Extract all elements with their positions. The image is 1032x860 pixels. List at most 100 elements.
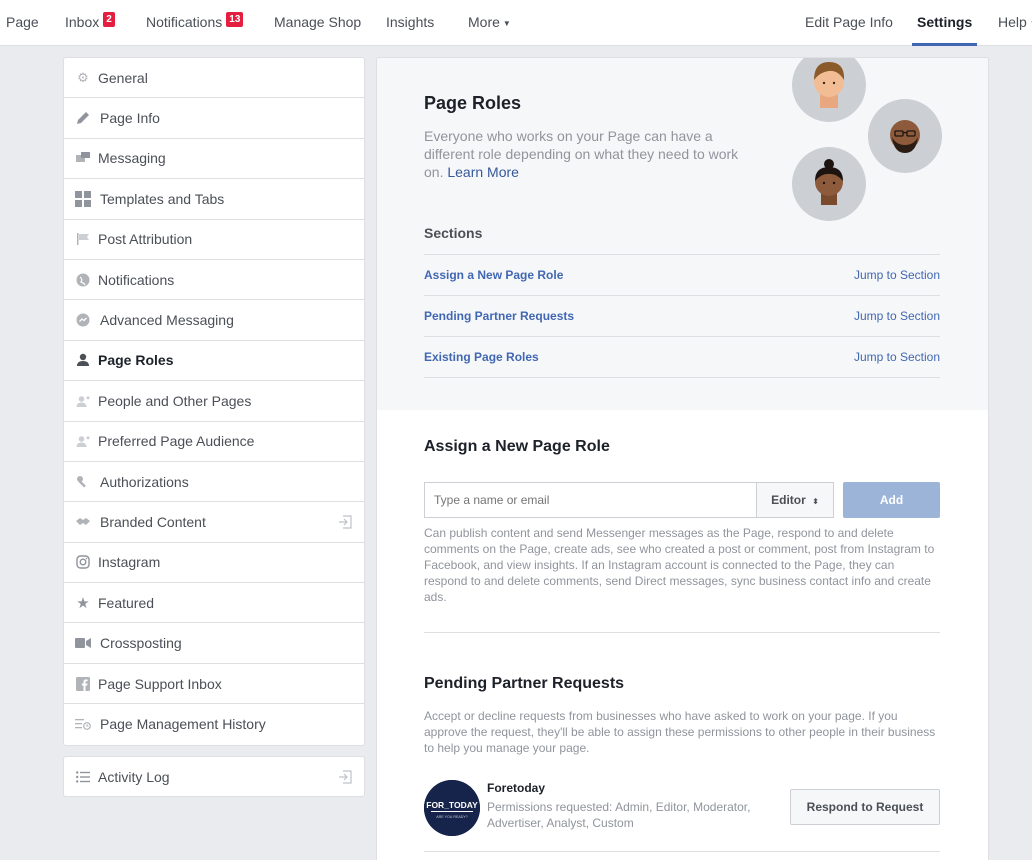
person-star-icon: ✶ bbox=[75, 433, 91, 449]
sidebar-item-label: Activity Log bbox=[98, 768, 170, 785]
sidebar-item-templates-and-tabs[interactable]: Templates and Tabs bbox=[64, 179, 364, 220]
sidebar-item-instagram[interactable]: Instagram bbox=[64, 543, 364, 584]
sidebar-item-authorizations[interactable]: Authorizations bbox=[64, 462, 364, 503]
handshake-icon bbox=[75, 514, 91, 530]
sidebar-item-featured[interactable]: ★ Featured bbox=[64, 583, 364, 624]
gear-icon: ⚙ bbox=[77, 69, 89, 85]
section-link-pending-requests[interactable]: Pending Partner Requests bbox=[424, 309, 574, 323]
sidebar-item-general[interactable]: ⚙ General bbox=[64, 58, 364, 99]
nav-edit-page-info[interactable]: Edit Page Info bbox=[805, 0, 893, 46]
role-select-value: Editor bbox=[771, 493, 806, 507]
sidebar-item-label: Page Info bbox=[100, 110, 160, 127]
sidebar-item-label: Page Roles bbox=[98, 352, 174, 369]
section-link-existing-roles[interactable]: Existing Page Roles bbox=[424, 350, 539, 364]
nav-notifications[interactable]: Notifications 13 bbox=[146, 0, 244, 46]
sidebar-item-label: Post Attribution bbox=[98, 231, 193, 248]
partner-logo-subtext: ARE YOU READY? bbox=[436, 815, 468, 819]
notifications-count-badge: 13 bbox=[226, 12, 244, 27]
sidebar-item-page-support-inbox[interactable]: Page Support Inbox bbox=[64, 664, 364, 705]
sections-heading: Sections bbox=[424, 225, 483, 241]
nav-more[interactable]: More ▼ bbox=[468, 0, 511, 46]
sort-arrows-icon: ⬍ bbox=[812, 497, 819, 506]
sidebar-item-crossposting[interactable]: Crossposting bbox=[64, 623, 364, 664]
sidebar-item-label: Branded Content bbox=[100, 513, 206, 530]
sidebar-item-post-attribution[interactable]: Post Attribution bbox=[64, 220, 364, 260]
page-title: Page Roles bbox=[424, 93, 522, 113]
sidebar-item-label: Notifications bbox=[98, 271, 175, 288]
chat-bubbles-icon bbox=[75, 150, 91, 166]
nav-page-label: Page bbox=[6, 14, 39, 30]
nav-insights[interactable]: Insights bbox=[386, 0, 434, 46]
page-roles-panel: Page Roles Everyone who works on your Pa… bbox=[376, 57, 989, 860]
nav-settings[interactable]: Settings bbox=[912, 0, 978, 46]
sidebar-item-preferred-page-audience[interactable]: ✶ Preferred Page Audience bbox=[64, 422, 364, 462]
sidebar-item-label: Instagram bbox=[98, 554, 161, 571]
sidebar-item-advanced-messaging[interactable]: Advanced Messaging bbox=[64, 300, 364, 341]
nav-more-label: More bbox=[468, 14, 500, 30]
partner-permissions: Permissions requested: Admin, Editor, Mo… bbox=[487, 800, 751, 830]
nav-edit-page-info-label: Edit Page Info bbox=[805, 14, 893, 30]
person-star-icon: ✶ bbox=[75, 393, 91, 409]
sidebar-item-page-roles[interactable]: Page Roles bbox=[64, 341, 364, 382]
jump-to-section-link[interactable]: Jump to Section bbox=[854, 268, 940, 282]
sidebar-item-page-management-history[interactable]: Page Management History bbox=[64, 704, 364, 744]
sidebar-item-label: Messaging bbox=[98, 150, 166, 167]
sidebar-item-notifications[interactable]: Notifications bbox=[64, 260, 364, 301]
nav-insights-label: Insights bbox=[386, 14, 435, 30]
nav-inbox-label: Inbox bbox=[65, 14, 100, 30]
person-icon bbox=[75, 352, 91, 368]
nav-help[interactable]: Help▼ bbox=[998, 0, 1032, 46]
page-top-nav: Page Inbox 2 Notifications 13 Manage Shop … bbox=[0, 0, 1032, 46]
external-link-icon bbox=[338, 770, 352, 784]
partner-logo: FOR_TODAY ARE YOU READY? bbox=[424, 780, 480, 836]
role-select[interactable]: Editor ⬍ bbox=[756, 482, 834, 518]
learn-more-link[interactable]: Learn More bbox=[447, 164, 519, 180]
divider bbox=[424, 632, 940, 633]
jump-to-section-link[interactable]: Jump to Section bbox=[854, 350, 940, 364]
section-row-assign-role: Assign a New Page Role Jump to Section bbox=[424, 254, 940, 295]
nav-page[interactable]: Page bbox=[6, 0, 39, 46]
avatar-illustration-woman-bun bbox=[792, 147, 866, 221]
sidebar-item-page-info[interactable]: Page Info bbox=[64, 98, 364, 139]
sidebar-item-messaging[interactable]: Messaging bbox=[64, 139, 364, 180]
sidebar-item-label: Page Support Inbox bbox=[98, 675, 222, 692]
sidebar-item-label: Authorizations bbox=[100, 473, 189, 490]
sidebar-item-label: Preferred Page Audience bbox=[98, 433, 255, 450]
sidebar-item-label: General bbox=[98, 69, 148, 86]
avatar-illustration-bearded-man bbox=[868, 99, 942, 173]
section-row-existing-roles: Existing Page Roles Jump to Section bbox=[424, 336, 940, 377]
globe-icon bbox=[75, 272, 91, 288]
messenger-icon bbox=[75, 312, 91, 328]
caret-down-icon: ▼ bbox=[502, 19, 511, 28]
star-icon: ★ bbox=[76, 594, 90, 612]
sidebar-item-branded-content[interactable]: Branded Content bbox=[64, 502, 364, 543]
section-row-pending-requests: Pending Partner Requests Jump to Section bbox=[424, 295, 940, 336]
facebook-icon bbox=[75, 676, 91, 692]
inbox-count-badge: 2 bbox=[103, 12, 115, 27]
partner-name[interactable]: Foretoday bbox=[487, 781, 545, 795]
section-link-assign-role[interactable]: Assign a New Page Role bbox=[424, 268, 563, 282]
nav-notifications-label: Notifications bbox=[146, 14, 223, 30]
grid-icon bbox=[75, 190, 91, 207]
divider bbox=[424, 851, 940, 852]
partner-logo-text: FOR_TODAY bbox=[426, 800, 478, 810]
activity-log-box: Activity Log bbox=[63, 756, 365, 797]
external-link-icon bbox=[338, 515, 352, 529]
add-role-button[interactable]: Add bbox=[843, 482, 940, 518]
nav-manage-shop[interactable]: Manage Shop bbox=[274, 0, 361, 46]
nav-inbox[interactable]: Inbox 2 bbox=[65, 0, 115, 46]
sidebar-item-label: Crossposting bbox=[100, 635, 182, 652]
name-or-email-input[interactable] bbox=[424, 482, 756, 518]
pencil-icon bbox=[75, 110, 91, 126]
assign-role-heading: Assign a New Page Role bbox=[424, 438, 610, 455]
jump-to-section-link[interactable]: Jump to Section bbox=[854, 309, 940, 323]
pending-requests-description: Accept or decline requests from business… bbox=[424, 709, 936, 755]
respond-to-request-button[interactable]: Respond to Request bbox=[790, 789, 940, 825]
sidebar-item-people-and-other-pages[interactable]: ✶ People and Other Pages bbox=[64, 381, 364, 422]
sidebar-item-label: Templates and Tabs bbox=[100, 190, 225, 207]
pending-requests-heading: Pending Partner Requests bbox=[424, 675, 625, 692]
divider bbox=[424, 377, 940, 378]
sidebar-item-label: Page Management History bbox=[100, 716, 266, 733]
history-icon bbox=[75, 716, 91, 732]
sidebar-item-activity-log[interactable]: Activity Log bbox=[64, 757, 364, 796]
